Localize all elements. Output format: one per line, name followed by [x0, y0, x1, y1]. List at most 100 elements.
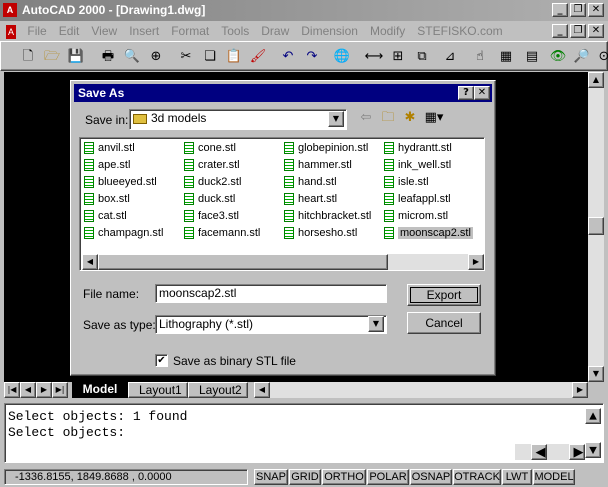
redo-icon[interactable]: ↷: [301, 46, 323, 68]
grid-toggle[interactable]: GRID: [289, 469, 321, 485]
save-icon[interactable]: 💾: [65, 46, 87, 68]
scroll-thumb[interactable]: [588, 217, 604, 235]
menu-dimension[interactable]: Dimension: [295, 21, 364, 41]
menu-stefisko[interactable]: STEFISKO.com: [411, 21, 508, 41]
cancel-button[interactable]: Cancel: [407, 312, 481, 334]
menu-tools[interactable]: Tools: [215, 21, 255, 41]
zoom-window-icon[interactable]: 🔎: [571, 46, 593, 68]
file-item[interactable]: moonscap2.stl: [384, 225, 480, 242]
file-item[interactable]: duck.stl: [184, 191, 280, 208]
web-browser-icon[interactable]: 🌐: [331, 46, 353, 68]
file-item[interactable]: isle.stl: [384, 174, 480, 191]
file-item[interactable]: heart.stl: [284, 191, 384, 208]
file-item[interactable]: blueeyed.stl: [84, 174, 180, 191]
dropdown-arrow-icon[interactable]: ▼: [328, 111, 344, 127]
tab-next-icon[interactable]: ▶: [36, 382, 52, 398]
filelist-scroll-right-icon[interactable]: ▶: [468, 254, 484, 270]
print-preview-icon[interactable]: 🔍: [121, 46, 143, 68]
tab-layout1[interactable]: Layout1: [128, 382, 188, 398]
model-toggle[interactable]: MODEL: [533, 469, 575, 485]
filename-input[interactable]: moonscap2.stl: [155, 284, 387, 303]
layers-icon[interactable]: ⧉: [411, 46, 433, 68]
file-item[interactable]: microm.stl: [384, 208, 480, 225]
doc-close-button[interactable]: ✕: [588, 24, 604, 38]
file-item[interactable]: hand.stl: [284, 174, 384, 191]
menu-edit[interactable]: Edit: [53, 21, 86, 41]
file-item[interactable]: anvil.stl: [84, 140, 180, 157]
properties-icon[interactable]: ▦: [495, 46, 517, 68]
file-item[interactable]: crater.stl: [184, 157, 280, 174]
hscroll-right-icon[interactable]: ▶: [572, 382, 588, 398]
file-item[interactable]: duck2.stl: [184, 174, 280, 191]
print-icon[interactable]: 🖶: [97, 46, 119, 68]
copy-icon[interactable]: ❏: [199, 46, 221, 68]
dialog-close-button[interactable]: ✕: [474, 86, 490, 100]
hscroll-left-icon[interactable]: ◀: [254, 382, 270, 398]
osnap-toggle[interactable]: OSNAP: [410, 469, 452, 485]
help-button[interactable]: ?: [458, 86, 474, 100]
inquiry-icon[interactable]: ⊿: [439, 46, 461, 68]
filelist-scroll-left-icon[interactable]: ◀: [82, 254, 98, 270]
file-item[interactable]: horsesho.stl: [284, 225, 384, 242]
polar-toggle[interactable]: POLAR: [367, 469, 409, 485]
lwt-toggle[interactable]: LWT: [502, 469, 532, 485]
command-line[interactable]: Select objects: 1 found Select objects: …: [4, 403, 604, 463]
file-item[interactable]: globepinion.stl: [284, 140, 384, 157]
doc-icon[interactable]: A: [6, 25, 17, 39]
horizontal-scrollbar[interactable]: ◀ ▶: [254, 382, 588, 398]
up-folder-icon[interactable]: 🗀: [377, 107, 399, 129]
ucs-icon[interactable]: ⊞: [387, 46, 409, 68]
cmd-scroll-right-icon[interactable]: ▶: [569, 444, 585, 460]
cmd-scroll-down-icon[interactable]: ▼: [585, 442, 601, 458]
menu-modify[interactable]: Modify: [364, 21, 411, 41]
tab-last-icon[interactable]: ▶|: [52, 382, 68, 398]
file-list-hscroll[interactable]: ◀ ▶: [82, 254, 484, 270]
scroll-down-icon[interactable]: ▼: [588, 366, 604, 382]
tab-layout2[interactable]: Layout2: [188, 382, 248, 398]
tab-prev-icon[interactable]: ◀: [20, 382, 36, 398]
file-item[interactable]: hydrantt.stl: [384, 140, 480, 157]
file-item[interactable]: hitchbracket.stl: [284, 208, 384, 225]
file-item[interactable]: cone.stl: [184, 140, 280, 157]
file-item[interactable]: ink_well.stl: [384, 157, 480, 174]
file-item[interactable]: hammer.stl: [284, 157, 384, 174]
otrack-toggle[interactable]: OTRACK: [453, 469, 501, 485]
snap-toggle[interactable]: SNAP: [254, 469, 288, 485]
file-item[interactable]: champagn.stl: [84, 225, 180, 242]
binary-stl-checkbox[interactable]: ✔: [155, 354, 168, 367]
save-in-dropdown[interactable]: 3d models ▼: [129, 109, 347, 130]
menu-view[interactable]: View: [85, 21, 123, 41]
zoom-realtime-icon[interactable]: 👁: [547, 46, 569, 68]
scroll-up-icon[interactable]: ▲: [588, 72, 604, 88]
file-item[interactable]: ape.stl: [84, 157, 180, 174]
menu-file[interactable]: File: [21, 21, 52, 41]
doc-minimize-button[interactable]: _: [552, 24, 568, 38]
vertical-scrollbar[interactable]: ▲ ▼: [588, 72, 604, 382]
undo-icon[interactable]: ↶: [277, 46, 299, 68]
minimize-button[interactable]: _: [552, 3, 568, 17]
close-button[interactable]: ✕: [588, 3, 604, 17]
ortho-toggle[interactable]: ORTHO: [322, 469, 366, 485]
file-list[interactable]: anvil.stl ape.stl blueeyed.stl box.stl cat.s…: [79, 137, 485, 271]
menu-format[interactable]: Format: [165, 21, 215, 41]
zoom-previous-icon[interactable]: ⊙: [593, 46, 608, 68]
new-folder-icon[interactable]: ✱: [399, 107, 421, 129]
paste-icon[interactable]: 📋: [223, 46, 245, 68]
open-folder-icon[interactable]: 🗁: [41, 46, 63, 68]
cmd-scroll-up-icon[interactable]: ▲: [585, 408, 601, 424]
export-button[interactable]: Export: [407, 284, 481, 306]
savetype-arrow-icon[interactable]: ▼: [368, 316, 384, 332]
restore-button[interactable]: ❐: [570, 3, 586, 17]
back-arrow-icon[interactable]: ⇦: [355, 107, 377, 129]
cut-icon[interactable]: ✂: [175, 46, 197, 68]
file-item[interactable]: face3.stl: [184, 208, 280, 225]
cmd-scroll-left-icon[interactable]: ◀: [531, 444, 547, 460]
file-item[interactable]: facemann.stl: [184, 225, 280, 242]
file-item[interactable]: box.stl: [84, 191, 180, 208]
view-menu-icon[interactable]: ▦▾: [423, 107, 445, 129]
command-scrollbar[interactable]: ◀ ▶: [515, 444, 585, 460]
plot-icon[interactable]: ⊕: [145, 46, 167, 68]
savetype-dropdown[interactable]: Lithography (*.stl) ▼: [155, 315, 387, 334]
pan-icon[interactable]: ☝: [469, 46, 491, 68]
match-properties-icon[interactable]: 🖌: [247, 46, 269, 68]
